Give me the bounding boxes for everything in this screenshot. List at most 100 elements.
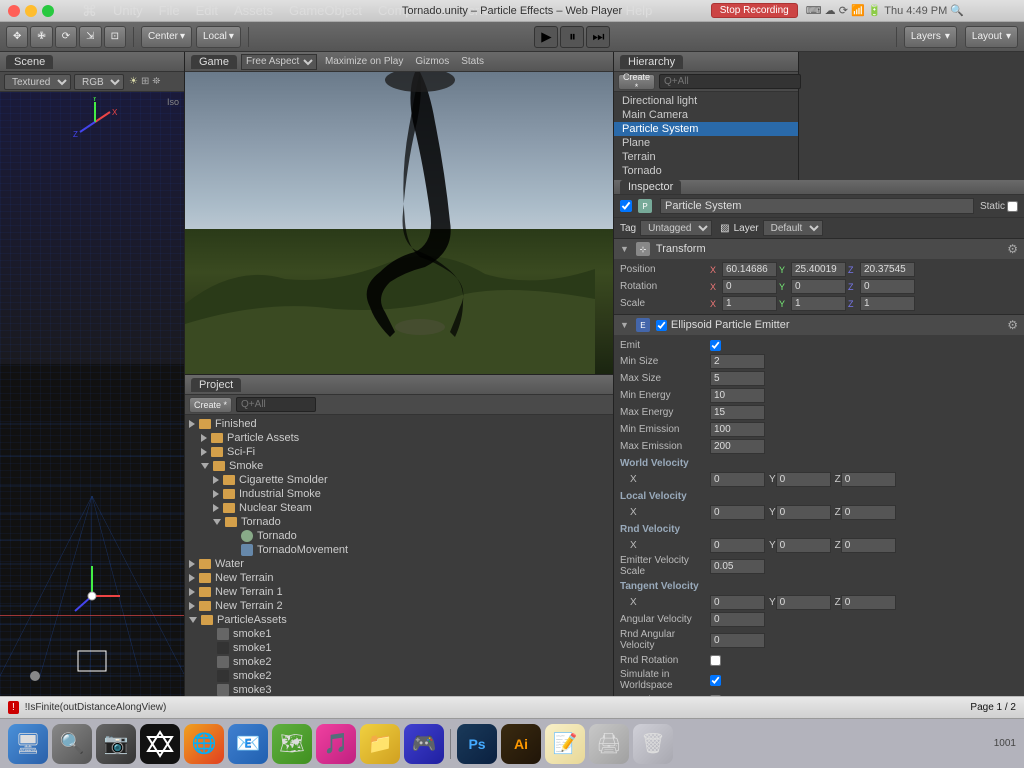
hier-search[interactable]: [659, 74, 801, 89]
rotation-z[interactable]: [860, 279, 915, 294]
min-emission-input[interactable]: [710, 422, 765, 437]
rnd-angular-velocity-input[interactable]: [710, 633, 765, 648]
simulate-worldspace-checkbox[interactable]: [710, 675, 721, 686]
layers-dropdown[interactable]: Layers ▾: [904, 26, 957, 48]
list-item[interactable]: smoke1: [185, 627, 613, 641]
project-create-btn[interactable]: Create *: [189, 397, 232, 413]
menu-help[interactable]: Help: [618, 1, 661, 20]
local-velocity-z[interactable]: [841, 505, 896, 520]
ellipsoid-enable-checkbox[interactable]: [656, 320, 667, 331]
local-velocity-x[interactable]: [710, 505, 765, 520]
dock-item-notes[interactable]: 📝: [545, 724, 585, 764]
game-tab[interactable]: Game: [191, 55, 237, 69]
menu-assets[interactable]: Assets: [226, 1, 281, 20]
dock-item-maps[interactable]: 🗺: [272, 724, 312, 764]
one-shot-checkbox[interactable]: [710, 695, 721, 697]
menu-apple[interactable]: ⌘: [74, 0, 105, 22]
position-y[interactable]: [791, 262, 846, 277]
checkbox-active[interactable]: [620, 200, 632, 212]
project-search[interactable]: [236, 397, 316, 412]
tangent-velocity-x[interactable]: [710, 595, 765, 610]
ellipsoid-header[interactable]: ▼ E Ellipsoid Particle Emitter ⚙: [614, 315, 1024, 335]
transform-gear-btn[interactable]: ⚙: [1007, 242, 1018, 256]
layout-dropdown[interactable]: Layout ▾: [965, 26, 1018, 48]
list-item[interactable]: Particle Assets: [185, 431, 613, 445]
min-energy-input[interactable]: [710, 388, 765, 403]
tangent-velocity-z[interactable]: [841, 595, 896, 610]
component-name-field[interactable]: [660, 198, 974, 214]
traffic-light-red[interactable]: [8, 5, 20, 17]
world-velocity-z[interactable]: [841, 472, 896, 487]
transform-header[interactable]: ▼ ⊹ Transform ⚙: [614, 239, 1024, 259]
dock-item-illustrator[interactable]: Ai: [501, 724, 541, 764]
list-item[interactable]: Industrial Smoke: [185, 487, 613, 501]
dock-item-trash[interactable]: 🗑: [633, 724, 673, 764]
local-velocity-y[interactable]: [776, 505, 831, 520]
list-item[interactable]: Finished: [185, 417, 613, 431]
hier-item-tornado[interactable]: Tornado: [614, 164, 798, 178]
angular-velocity-input[interactable]: [710, 612, 765, 627]
list-item[interactable]: New Terrain 2: [185, 599, 613, 613]
hier-item-plane[interactable]: Plane: [614, 136, 798, 150]
scene-view-mode[interactable]: Textured: [4, 74, 71, 90]
list-item[interactable]: New Terrain: [185, 571, 613, 585]
layer-dropdown[interactable]: Default: [763, 220, 823, 236]
dock-item-photoshop[interactable]: Ps: [457, 724, 497, 764]
hier-item-terrain[interactable]: Terrain: [614, 150, 798, 164]
menu-edit[interactable]: Edit: [188, 1, 226, 20]
list-item[interactable]: Tornado: [185, 515, 613, 529]
menu-gameobject[interactable]: GameObject: [281, 1, 370, 20]
list-item[interactable]: Cigarette Smolder: [185, 473, 613, 487]
play-button[interactable]: ▶: [534, 26, 558, 48]
emit-checkbox[interactable]: [710, 340, 721, 351]
dock-item-unity[interactable]: [140, 724, 180, 764]
pivot-btn[interactable]: Center ▾: [141, 26, 192, 48]
gizmos-btn[interactable]: Gizmos: [411, 56, 453, 67]
dock-item-mail[interactable]: 📧: [228, 724, 268, 764]
min-size-input[interactable]: [710, 354, 765, 369]
stop-recording-btn[interactable]: Stop Recording: [711, 3, 798, 18]
traffic-light-green[interactable]: [42, 5, 54, 17]
scale-tool[interactable]: ⇲: [79, 26, 101, 48]
list-item[interactable]: smoke2: [185, 669, 613, 683]
list-item[interactable]: Nuclear Steam: [185, 501, 613, 515]
step-button[interactable]: ⏭: [586, 26, 610, 48]
ellipsoid-gear-btn[interactable]: ⚙: [1007, 318, 1018, 332]
scene-color-mode[interactable]: RGB: [74, 74, 124, 90]
stats-btn[interactable]: Stats: [457, 56, 488, 67]
hier-item-particle-system[interactable]: Particle System: [614, 122, 798, 136]
tag-dropdown[interactable]: Untagged: [640, 220, 712, 236]
list-item[interactable]: Sci-Fi: [185, 445, 613, 459]
rnd-velocity-z[interactable]: [841, 538, 896, 553]
rnd-velocity-y[interactable]: [776, 538, 831, 553]
rect-tool[interactable]: ⊡: [104, 26, 126, 48]
hier-item-directional-light[interactable]: Directional light: [614, 94, 798, 108]
max-size-input[interactable]: [710, 371, 765, 386]
world-velocity-y[interactable]: [776, 472, 831, 487]
scale-z[interactable]: [860, 296, 915, 311]
list-item[interactable]: smoke1: [185, 641, 613, 655]
menu-unity[interactable]: Unity: [105, 1, 151, 20]
menu-file[interactable]: File: [151, 1, 188, 20]
list-item[interactable]: Tornado: [185, 529, 613, 543]
maximize-btn[interactable]: Maximize on Play: [321, 56, 407, 67]
traffic-light-yellow[interactable]: [25, 5, 37, 17]
space-btn[interactable]: Local ▾: [196, 26, 241, 48]
scale-x[interactable]: [722, 296, 777, 311]
dock-item-photos[interactable]: 📁: [360, 724, 400, 764]
dock-item-browser[interactable]: 🌐: [184, 724, 224, 764]
tangent-velocity-y[interactable]: [776, 595, 831, 610]
hier-item-main-camera[interactable]: Main Camera: [614, 108, 798, 122]
dock-item-printer[interactable]: 🖨: [589, 724, 629, 764]
dock-item-search[interactable]: 🔍: [52, 724, 92, 764]
scene-tab[interactable]: Scene: [6, 55, 53, 69]
max-emission-input[interactable]: [710, 439, 765, 454]
scale-y[interactable]: [791, 296, 846, 311]
rnd-rotation-checkbox[interactable]: [710, 655, 721, 666]
list-item[interactable]: smoke3: [185, 683, 613, 696]
list-item[interactable]: Water: [185, 557, 613, 571]
hierarchy-tab[interactable]: Hierarchy: [620, 55, 683, 69]
rnd-velocity-x[interactable]: [710, 538, 765, 553]
pause-button[interactable]: ⏸: [560, 26, 584, 48]
list-item[interactable]: smoke2: [185, 655, 613, 669]
